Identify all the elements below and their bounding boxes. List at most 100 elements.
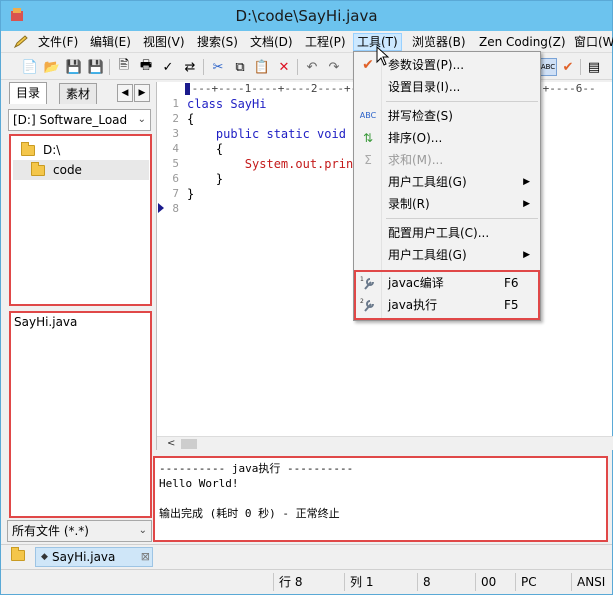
left-panel: 目录 素材 ◀ ▶ [D:] Software_Load ⌄ D:\ code … [7,82,152,544]
status-position: 8 [417,573,431,591]
checkmark-icon[interactable]: ✔ [559,58,577,76]
menu-item-label: 录制(R) [388,197,430,211]
mouse-cursor-icon [376,46,390,66]
pencil-icon [13,35,28,49]
panel-icon[interactable]: ▤ [585,58,603,76]
directory-tree[interactable]: D:\ code [9,134,152,306]
print-preview-icon[interactable]: 🖹 [115,58,133,76]
menu-bar: 文件(F) 编辑(E) 视图(V) 搜索(S) 文档(D) 工程(P) 工具(T… [1,31,613,53]
menu-edit[interactable]: 编辑(E) [87,33,134,51]
status-column: 列 1 [344,573,373,591]
code-text: class SayHi [187,97,267,111]
tab-directory[interactable]: 目录 [9,82,48,104]
open-folder-icon[interactable]: 📂 [43,58,61,76]
chevron-down-icon: ⌄ [137,114,146,125]
horizontal-scrollbar[interactable]: < [157,436,613,450]
drive-select-value: [D:] Software_Load [13,113,128,127]
drive-select[interactable]: [D:] Software_Load ⌄ [8,109,151,131]
output-line: ---------- java执行 ---------- [159,462,354,475]
menu-window[interactable]: 窗口(W) [571,33,613,51]
checkmark-icon: ✔ [362,57,374,73]
menu-item-user-tool-group-2[interactable]: 用户工具组(G) ▶ [354,244,540,266]
menu-item-set-directory[interactable]: 设置目录(I)... [354,76,540,98]
redo-icon[interactable]: ↷ [325,58,343,76]
main-window: D:\code\SayHi.java 文件(F) 编辑(E) 视图(V) 搜索(… [0,0,613,595]
code-line: System.out.print [187,157,361,171]
status-bar: 行 8 列 1 8 00 PC ANSI [1,569,612,594]
submenu-arrow-icon: ▶ [523,177,530,187]
line-number: 1 [172,97,179,110]
menu-item-spellcheck[interactable]: ABC 拼写检查(S) [354,105,540,127]
menu-view[interactable]: 视图(V) [140,33,188,51]
menu-file[interactable]: 文件(F) [35,33,81,51]
code-line: class SayHi [187,96,266,112]
toolbar-separator [580,59,581,75]
panel-tabs: 目录 素材 ◀ ▶ [7,82,152,104]
new-file-icon[interactable]: 📄 [21,58,39,76]
tab-materials[interactable]: 素材 [59,83,98,104]
print-icon[interactable]: 🖶 [137,58,155,76]
document-tabs: ◆ SayHi.java ⊠ [1,544,612,568]
scroll-thumb[interactable] [181,439,197,449]
menu-separator [386,218,538,219]
save-all-icon[interactable]: 💾 [87,58,105,76]
tab-scroll-left-icon[interactable]: ◀ [117,84,133,102]
menu-item-label: 设置目录(I)... [388,80,461,94]
tools-menu: ✔ 参数设置(P)... 设置目录(I)... ABC 拼写检查(S) ⇅ 排序… [353,51,541,321]
menu-browser[interactable]: 浏览器(B) [409,33,469,51]
folder-icon[interactable] [11,547,25,561]
current-line-marker [158,203,164,213]
menu-document[interactable]: 文档(D) [247,33,296,51]
line-gutter: 1 2 3 4 5 6 7 8 [157,96,183,436]
spellcheck-icon[interactable]: ✓ [159,58,177,76]
file-filter-value: 所有文件 (*.*) [12,524,89,538]
tree-item-drive[interactable]: D:\ [21,140,60,160]
menu-item-label: 求和(M)... [388,153,444,167]
copy-icon[interactable]: ⧉ [231,58,249,76]
undo-icon[interactable]: ↶ [303,58,321,76]
window-title: D:\code\SayHi.java [235,7,378,25]
menu-zen-coding[interactable]: Zen Coding(Z) [476,33,569,51]
code-line: { [187,112,195,126]
menu-item-user-tool-group[interactable]: 用户工具组(G) ▶ [354,171,540,193]
line-number: 6 [172,172,179,185]
save-icon[interactable]: 💾 [65,58,83,76]
sync-icon[interactable]: ⇄ [181,58,199,76]
menu-item-label: 参数设置(P)... [388,58,465,72]
line-number: 3 [172,127,179,140]
delete-icon[interactable]: ✕ [275,58,293,76]
line-number: 2 [172,112,179,125]
abc-icon[interactable]: ABC [539,58,557,76]
chevron-down-icon: ⌄ [138,525,147,536]
menu-item-configure-user-tools[interactable]: 配置用户工具(C)... [354,222,540,244]
scroll-left-icon[interactable]: < [167,437,175,451]
file-list[interactable]: SayHi.java [9,311,152,518]
menu-item-label: 排序(O)... [388,131,443,145]
folder-icon [31,161,45,176]
toolbar-separator [109,59,110,75]
submenu-arrow-icon: ▶ [523,199,530,209]
document-tab[interactable]: ◆ SayHi.java ⊠ [35,547,153,567]
folder-icon [21,141,35,156]
menu-search[interactable]: 搜索(S) [194,33,241,51]
close-icon[interactable]: ⊠ [141,548,150,566]
paste-icon[interactable]: 📋 [253,58,271,76]
toolbar-separator [203,59,204,75]
tree-item-code[interactable]: code [13,160,149,180]
menu-item-sort[interactable]: ⇅ 排序(O)... [354,127,540,149]
line-number: 5 [172,157,179,170]
menu-item-sum[interactable]: Σ 求和(M)... [354,149,540,171]
file-filter-select[interactable]: 所有文件 (*.*) ⌄ [7,520,152,542]
menu-project[interactable]: 工程(P) [302,33,349,51]
menu-item-record[interactable]: 录制(R) ▶ [354,193,540,215]
tree-item-label: D:\ [43,143,61,157]
tab-scroll-right-icon[interactable]: ▶ [134,84,150,102]
status-encoding: ANSI [571,573,605,591]
file-item[interactable]: SayHi.java [14,315,77,329]
title-bar: D:\code\SayHi.java [1,1,612,31]
output-line: Hello World! [159,477,239,490]
submenu-arrow-icon: ▶ [523,250,530,260]
status-line: 行 8 [273,573,302,591]
cut-icon[interactable]: ✂ [209,58,227,76]
sum-icon: Σ [364,153,372,167]
